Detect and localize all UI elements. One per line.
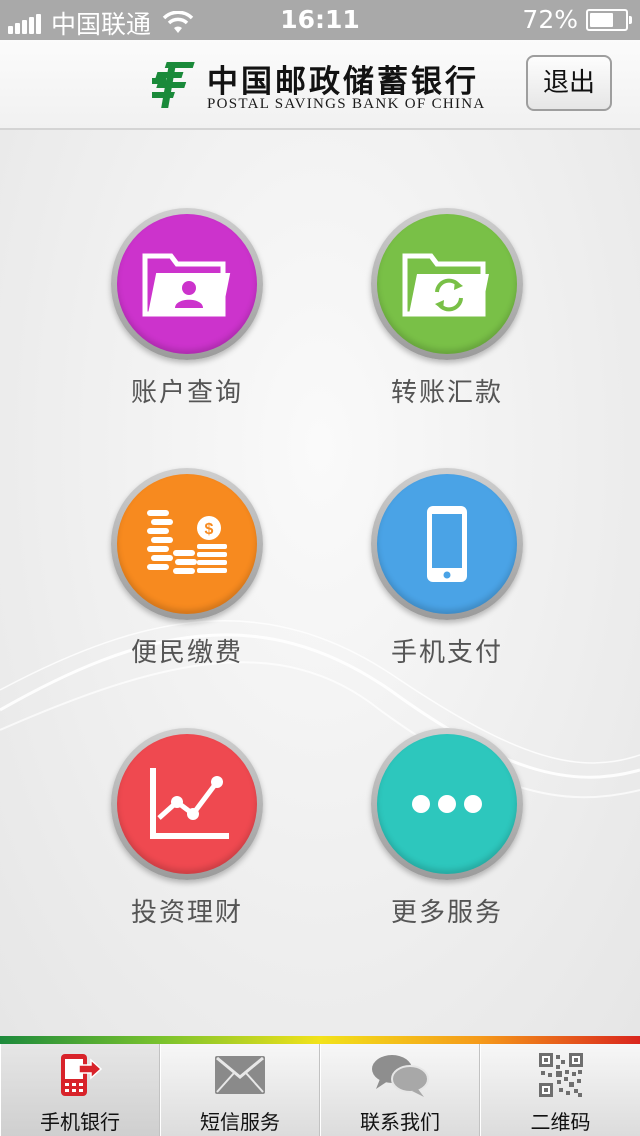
menu-icon-ring: [371, 468, 523, 620]
menu-investment[interactable]: 投资理财: [87, 728, 287, 929]
coins-icon: $: [117, 474, 257, 614]
qr-code-icon: [538, 1052, 583, 1098]
tab-mobile-banking[interactable]: 手机银行: [0, 1044, 160, 1136]
tab-label: 短信服务: [200, 1110, 280, 1134]
app-header: 中国邮政储蓄银行 POSTAL SAVINGS BANK OF CHINA 退出: [0, 40, 640, 130]
folder-user-icon: [117, 214, 257, 354]
tab-qr-code[interactable]: 二维码: [480, 1044, 640, 1136]
tab-contact-us[interactable]: 联系我们: [320, 1044, 480, 1136]
menu-label: 更多服务: [390, 898, 503, 928]
menu-icon-ring: $: [111, 468, 263, 620]
mobile-bank-icon: [57, 1052, 103, 1098]
envelope-icon: [214, 1052, 266, 1098]
menu-mobile-pay[interactable]: 手机支付: [347, 468, 547, 669]
tab-label: 联系我们: [360, 1110, 440, 1134]
menu-icon-ring: [371, 728, 523, 880]
menu-icon-ring: [111, 728, 263, 880]
menu-label: 手机支付: [390, 638, 503, 668]
battery-icon: [586, 8, 632, 31]
more-dots-icon: [377, 734, 517, 874]
phone-icon: [377, 474, 517, 614]
tab-label: 手机银行: [40, 1110, 120, 1134]
menu-more-services[interactable]: 更多服务: [347, 728, 547, 929]
folder-transfer-icon: [377, 214, 517, 354]
menu-bill-pay[interactable]: $ 便民缴费: [87, 468, 287, 669]
menu-label: 转账汇款: [390, 378, 503, 408]
tab-sms-service[interactable]: 短信服务: [160, 1044, 320, 1136]
menu-label: 便民缴费: [130, 638, 243, 668]
svg-text:$: $: [205, 521, 214, 538]
postal-logo-icon: [152, 62, 195, 108]
status-right: 72%: [522, 5, 632, 34]
menu-icon-ring: [371, 208, 523, 360]
tab-bar: 手机银行 短信服务 联系我们 二维码: [0, 1044, 640, 1136]
menu-transfer[interactable]: 转账汇款: [347, 208, 547, 409]
main-menu: 账户查询 转账汇款 $ 便民缴费 手机支付 投资理财 更多服务: [0, 130, 640, 1036]
menu-label: 账户查询: [130, 378, 243, 408]
menu-icon-ring: [111, 208, 263, 360]
logout-button[interactable]: 退出: [526, 55, 612, 111]
bank-name-en: POSTAL SAVINGS BANK OF CHINA: [207, 96, 486, 112]
chat-bubbles-icon: [370, 1052, 430, 1098]
menu-account-query[interactable]: 账户查询: [87, 208, 287, 409]
battery-percent: 72%: [522, 5, 578, 34]
tab-label: 二维码: [530, 1110, 591, 1134]
bank-name-cn: 中国邮政储蓄银行: [207, 64, 479, 100]
line-chart-icon: [117, 734, 257, 874]
tabbar-accent-strip: [0, 1036, 640, 1044]
battery-fill: [590, 12, 614, 27]
menu-label: 投资理财: [130, 898, 243, 928]
status-bar: 中国联通 16:11 72%: [0, 0, 640, 40]
